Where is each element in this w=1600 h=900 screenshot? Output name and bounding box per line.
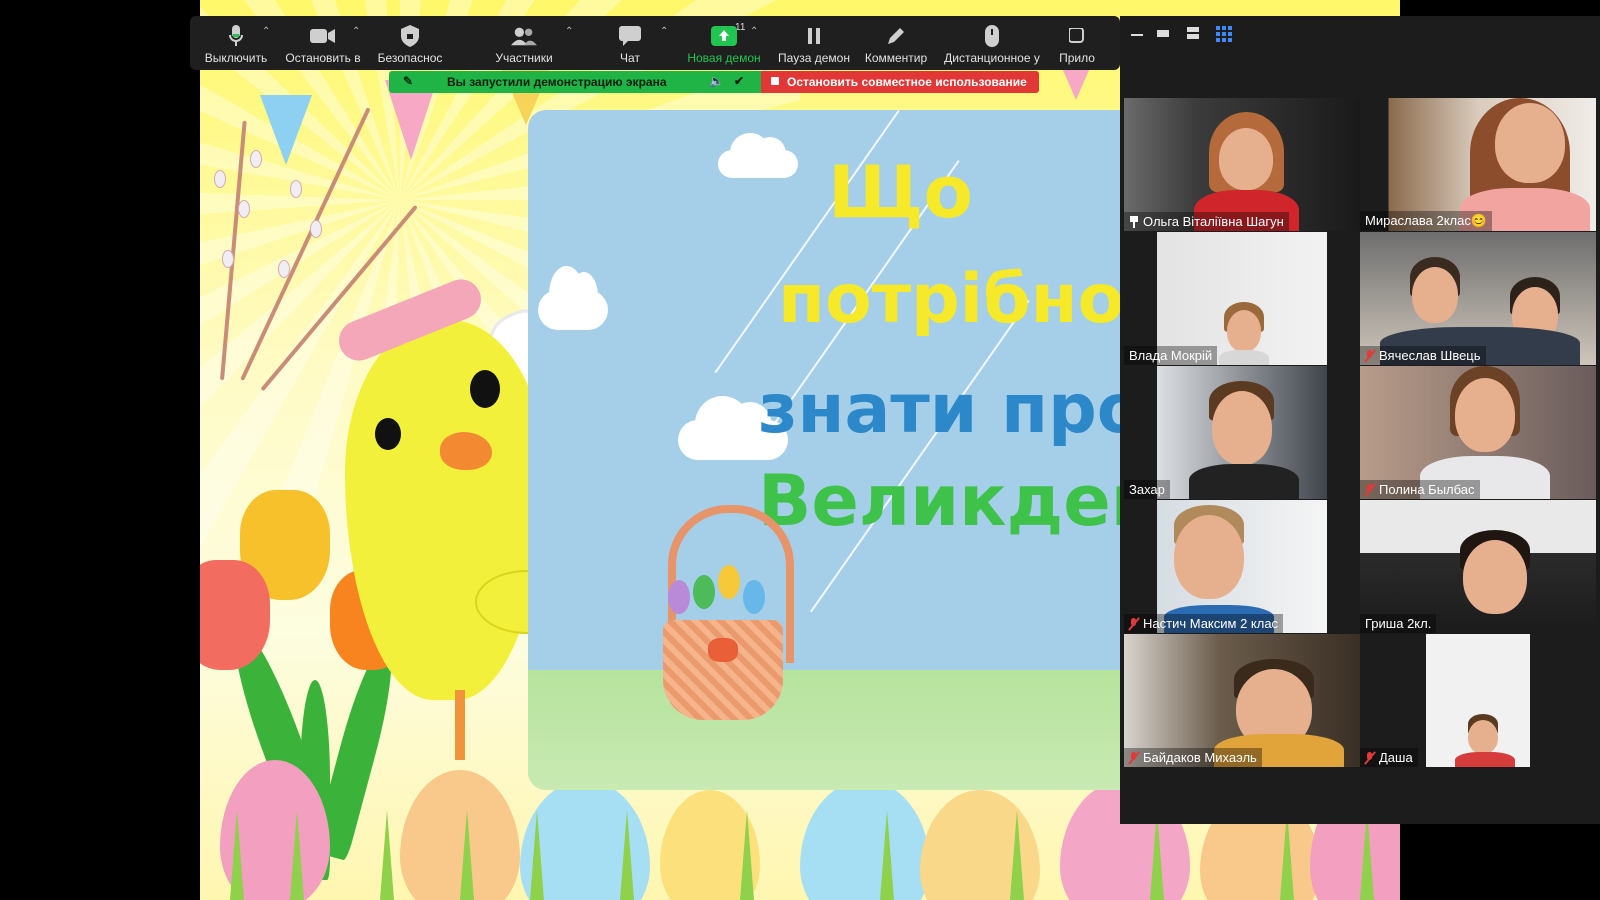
participant-tile[interactable]: Ольга Віталіївна Шагун <box>1124 98 1360 231</box>
participant-tile[interactable]: Полина Былбас <box>1360 366 1596 499</box>
chat-icon <box>617 25 643 47</box>
video-camera-icon <box>310 25 336 47</box>
participant-tile[interactable]: Захар <box>1124 366 1360 499</box>
video-title-line-3: знати про <box>758 370 1144 449</box>
apps-icon <box>1064 25 1090 47</box>
gallery-panel: Ольга Віталіївна Шагун Мираслава 2клас😊 … <box>1120 16 1600 824</box>
easter-basket <box>663 620 783 720</box>
mute-button[interactable]: Выключить <box>196 16 276 70</box>
participant-name: Гриша 2кл. <box>1360 614 1437 633</box>
participant-tile[interactable]: Мираслава 2клас😊 <box>1360 98 1596 231</box>
muted-mic-icon <box>1129 751 1139 764</box>
annotate-pencil-icon <box>883 25 909 47</box>
participant-name: Влада Мокрій <box>1124 346 1218 365</box>
chat-label: Чат <box>620 51 640 65</box>
muted-mic-icon <box>1365 349 1375 362</box>
participant-name: Вячеслав Швець <box>1360 346 1486 365</box>
participant-tile[interactable]: Даша <box>1360 634 1596 767</box>
participant-tile[interactable]: Байдаков Михаэль <box>1124 634 1360 767</box>
remote-control-label: Дистанционное у <box>944 51 1040 65</box>
chat-button[interactable]: Чат <box>600 16 660 70</box>
pause-share-label: Пауза демон <box>778 51 850 65</box>
chevron-up-icon[interactable]: ⌃ <box>352 26 360 37</box>
new-share-label: Новая демон <box>687 51 761 65</box>
handle-icon[interactable]: ✎ <box>403 74 413 88</box>
share-status-text: Вы запустили демонстрацию экрана <box>447 75 667 89</box>
video-title-line-2: потрібно <box>778 260 1125 339</box>
participant-tile[interactable]: Настич Максим 2 клас <box>1124 500 1360 633</box>
annotate-button[interactable]: Комментир <box>858 16 934 70</box>
chevron-up-icon[interactable]: ⌃ <box>262 26 270 37</box>
remote-control-mouse-icon <box>979 25 1005 47</box>
participants-button[interactable]: Участники <box>480 16 568 70</box>
muted-mic-icon <box>1365 483 1375 496</box>
security-label: Безопаснос <box>377 51 443 65</box>
chevron-up-icon[interactable]: ⌃ <box>750 26 758 37</box>
participant-name: Ольга Віталіївна Шагун <box>1124 212 1289 231</box>
participants-icon <box>511 25 537 47</box>
apps-label: Прило <box>1059 51 1095 65</box>
minimize-icon[interactable] <box>1130 26 1148 44</box>
audio-icon[interactable]: 🔈 <box>709 74 724 88</box>
cloud-shape <box>538 266 608 330</box>
participant-tile[interactable]: Влада Мокрій <box>1124 232 1360 365</box>
participant-tile[interactable]: Вячеслав Швець <box>1360 232 1596 365</box>
chevron-up-icon[interactable]: ⌃ <box>660 26 668 37</box>
stop-video-label: Остановить в <box>285 51 361 65</box>
video-title-line-1: Що <box>828 150 973 234</box>
security-check-icon: ✔ <box>734 74 745 88</box>
participant-name: Настич Максим 2 клас <box>1124 614 1284 633</box>
strip-view-icon[interactable] <box>1186 26 1204 44</box>
stop-video-button[interactable]: Остановить в <box>282 16 364 70</box>
shield-icon <box>397 25 423 47</box>
participants-label: Участники <box>495 51 553 65</box>
pin-icon <box>1129 215 1139 228</box>
single-view-icon[interactable] <box>1156 26 1174 44</box>
grid-view-icon[interactable] <box>1216 26 1234 44</box>
remote-control-button[interactable]: Дистанционное у <box>938 16 1046 70</box>
security-button[interactable]: Безопаснос <box>372 16 448 70</box>
pause-icon <box>801 25 827 47</box>
microphone-icon <box>223 25 249 47</box>
participant-name: Байдаков Михаэль <box>1124 748 1262 767</box>
participant-name: Захар <box>1124 480 1170 499</box>
participant-name: Полина Былбас <box>1360 480 1480 499</box>
stop-share-button[interactable]: Остановить совместное использование <box>761 71 1039 93</box>
meeting-toolbar: Выключить ⌃ Остановить в ⌃ Безопаснос Уч… <box>190 16 1120 70</box>
cloud-shape <box>718 133 798 178</box>
mute-label: Выключить <box>204 51 268 65</box>
muted-mic-icon <box>1129 617 1139 630</box>
participant-name: Даша <box>1360 748 1418 767</box>
chevron-up-icon[interactable]: ⌃ <box>565 26 573 37</box>
screen-share-banner: ✎ Вы запустили демонстрацию экрана 🔈 ✔ <box>389 71 761 93</box>
pause-share-button[interactable]: Пауза демон <box>772 16 856 70</box>
stop-share-label: Остановить совместное использование <box>787 75 1027 89</box>
apps-button[interactable]: Прило <box>1052 16 1102 70</box>
annotate-label: Комментир <box>864 51 928 65</box>
share-screen-icon <box>711 25 737 47</box>
participant-tile[interactable]: Гриша 2кл. <box>1360 500 1596 633</box>
muted-mic-icon <box>1365 751 1375 764</box>
new-share-button[interactable]: Новая демон <box>682 16 766 70</box>
stop-square-icon <box>771 77 779 85</box>
participant-name: Мираслава 2клас😊 <box>1360 211 1493 231</box>
